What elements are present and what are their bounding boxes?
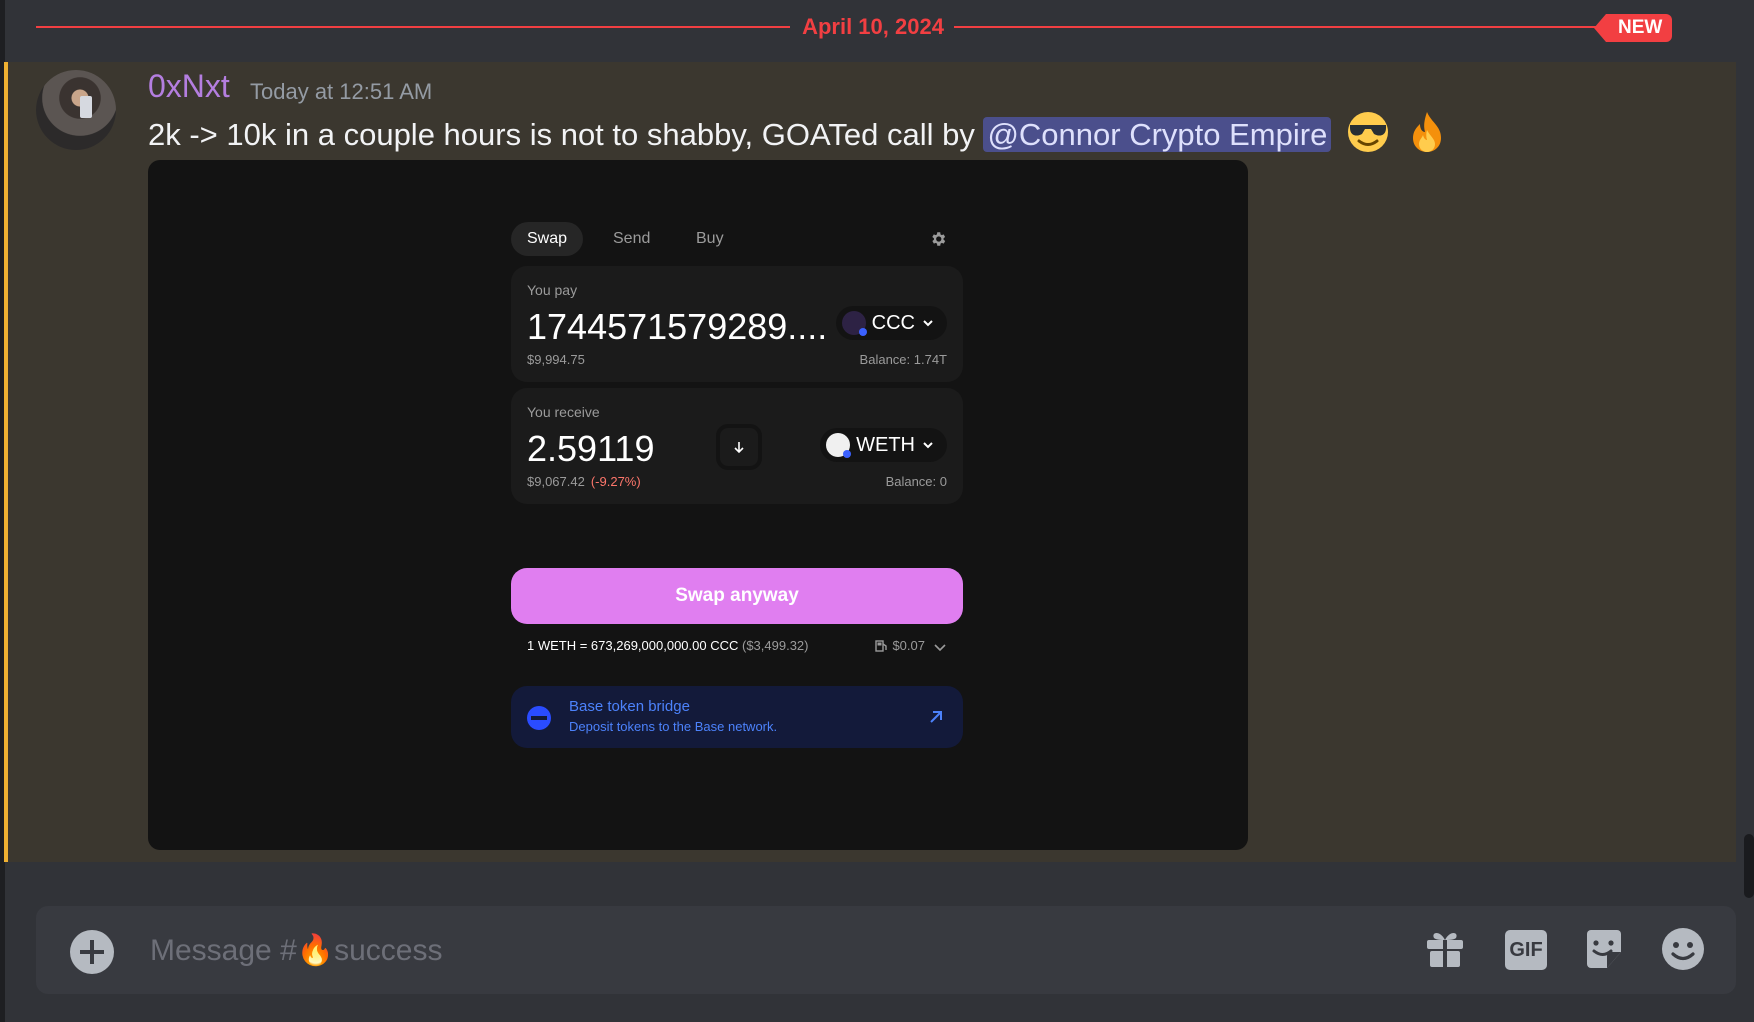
chevron-down-icon: [934, 644, 946, 652]
receive-label: You receive: [527, 404, 600, 420]
chat-area: April 10, 2024 NEW 0xNxt Today at 12:51 …: [0, 0, 1754, 1022]
user-mention[interactable]: @Connor Crypto Empire: [983, 117, 1332, 152]
message-composer: GIF: [36, 906, 1736, 994]
tab-swap[interactable]: Swap: [511, 222, 584, 256]
divider-line-left: [36, 26, 790, 28]
receive-amount: 2.59119: [527, 428, 655, 469]
ccc-token-icon: [841, 311, 867, 336]
message-timestamp[interactable]: Today at 12:51 AM: [250, 79, 432, 105]
receive-balance: Balance: 0: [885, 474, 947, 489]
pay-token-selector: CCC: [835, 306, 947, 340]
sticker-icon[interactable]: [1581, 926, 1627, 972]
bridge-subtitle: Deposit tokens to the Base network.: [569, 719, 778, 734]
weth-token-icon: [826, 433, 852, 458]
gift-icon[interactable]: [1422, 926, 1468, 972]
arrow-down-icon: [734, 442, 744, 454]
sunglasses-emoji-icon[interactable]: [1346, 110, 1390, 154]
pay-label: You pay: [527, 282, 578, 298]
exchange-rate-row: 1 WETH = 673,269,000,000.00 CCC ($3,499.…: [527, 638, 947, 658]
receive-token-symbol: WETH: [856, 433, 915, 456]
scrollbar-thumb[interactable]: [1744, 834, 1754, 898]
avatar[interactable]: [36, 70, 116, 150]
tab-buy[interactable]: Buy: [696, 222, 724, 256]
gas-pump-icon: [875, 639, 888, 652]
base-logo-icon: [527, 706, 551, 730]
chevron-down-icon: [923, 442, 933, 449]
pay-panel: You pay 1744571579289.... CCC $9,994.75 …: [511, 266, 963, 382]
pay-balance: Balance: 1.74T: [859, 352, 947, 367]
exchange-rate: 1 WETH = 673,269,000,000.00 CCC: [527, 638, 739, 653]
message-input[interactable]: [148, 924, 1402, 978]
swap-widget: Swap Send Buy You pay 1744571579289.... …: [511, 218, 963, 748]
gas-fee-value: $0.07: [892, 638, 925, 653]
switch-direction-button: [716, 424, 762, 470]
mention-highlight-bar: [4, 62, 8, 862]
pay-token-symbol: CCC: [871, 311, 915, 334]
emoji-picker-icon[interactable]: [1660, 926, 1706, 972]
chevron-down-icon: [923, 320, 933, 327]
swap-tabs: Swap Send Buy: [511, 218, 963, 258]
image-attachment[interactable]: Swap Send Buy You pay 1744571579289.... …: [148, 160, 1248, 850]
date-divider: April 10, 2024: [36, 0, 1708, 56]
username[interactable]: 0xNxt: [148, 68, 230, 105]
fire-emoji-icon[interactable]: [1405, 110, 1449, 154]
bridge-title: Base token bridge: [569, 698, 690, 715]
swap-anyway-button: Swap anyway: [511, 568, 963, 624]
message[interactable]: 0xNxt Today at 12:51 AM 2k -> 10k in a c…: [4, 62, 1736, 862]
message-text: 2k -> 10k in a couple hours is not to sh…: [148, 117, 984, 152]
receive-usd-value: $9,067.42: [527, 474, 585, 489]
gas-fee: $0.07: [874, 638, 925, 653]
external-arrow-icon: [930, 711, 942, 723]
divider-date: April 10, 2024: [802, 14, 944, 39]
pay-amount: 1744571579289....: [527, 306, 828, 347]
receive-usd: $9,067.42 (-9.27%): [527, 474, 641, 489]
upload-plus-button[interactable]: [70, 930, 114, 974]
pay-usd-value: $9,994.75: [527, 352, 585, 367]
tab-send[interactable]: Send: [613, 222, 650, 256]
receive-token-selector: WETH: [820, 428, 947, 462]
exchange-rate-usd: ($3,499.32): [742, 638, 809, 653]
divider-line-right: [954, 26, 1670, 28]
gif-button[interactable]: GIF: [1505, 930, 1547, 970]
message-content: 2k -> 10k in a couple hours is not to sh…: [148, 110, 1449, 154]
new-badge: NEW: [1593, 14, 1673, 42]
base-bridge-banner: Base token bridge Deposit tokens to the …: [511, 686, 963, 748]
price-impact: (-9.27%): [590, 474, 641, 489]
gear-icon[interactable]: [929, 230, 947, 248]
